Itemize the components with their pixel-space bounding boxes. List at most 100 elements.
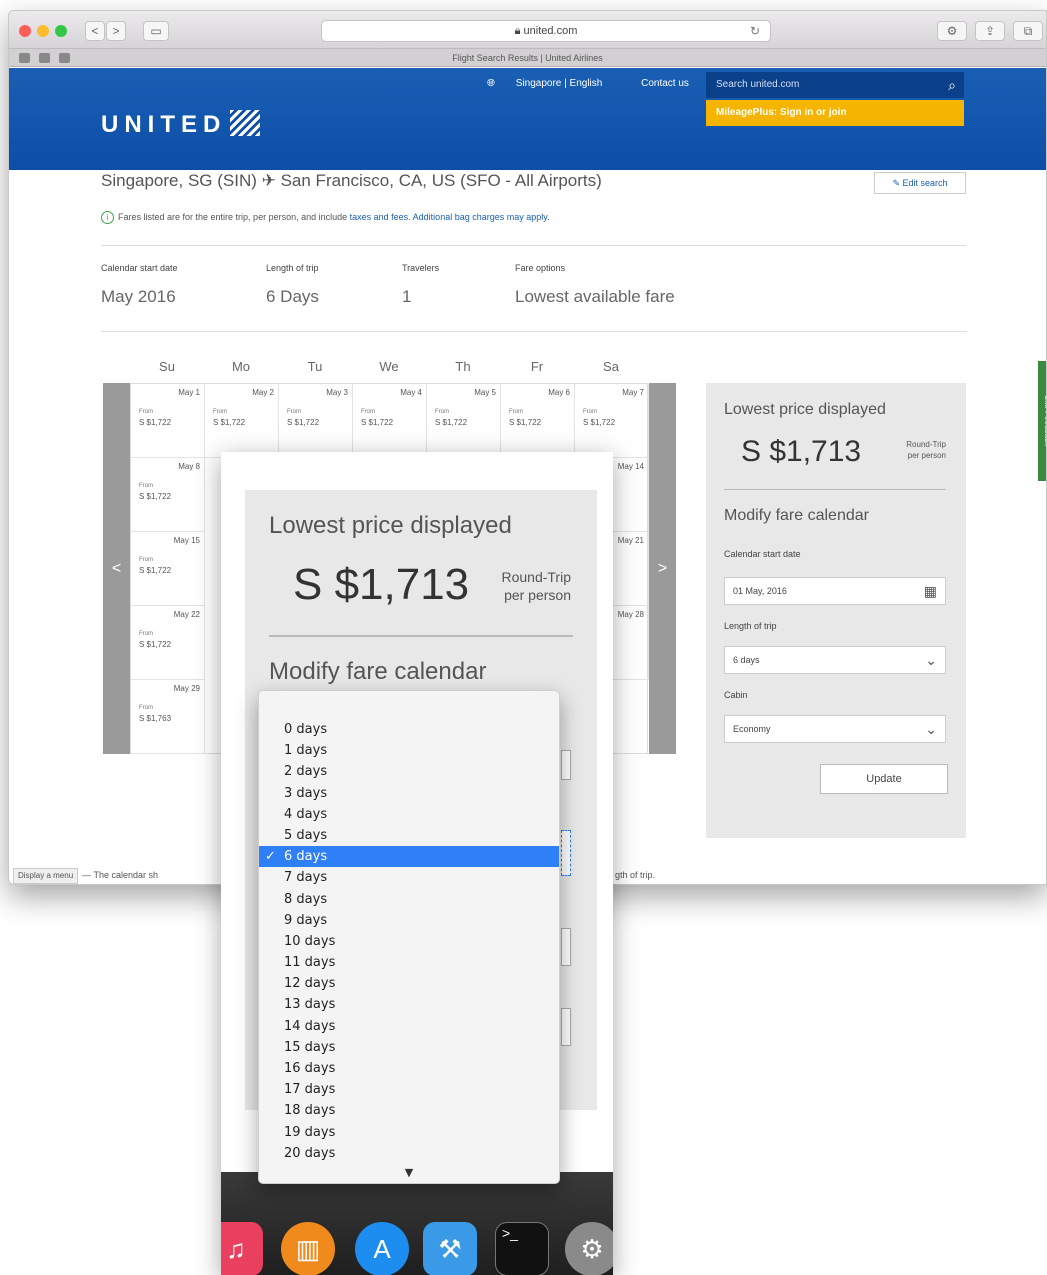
- taxes-fees-link[interactable]: taxes and fees. Additional bag charges m…: [350, 212, 550, 222]
- calendar-next-button[interactable]: >: [649, 383, 676, 754]
- calendar-day[interactable]: May 6 From S $1,722: [501, 384, 575, 458]
- pencil-icon: ✎: [892, 178, 903, 188]
- reload-icon[interactable]: ↻: [750, 21, 760, 41]
- dropdown-option[interactable]: 11 days: [259, 952, 559, 973]
- calendar-day[interactable]: May 3 From S $1,722: [279, 384, 353, 458]
- dropdown-option[interactable]: 2 days: [259, 761, 559, 782]
- dropdown-option[interactable]: 16 days: [259, 1058, 559, 1079]
- dropdown-option[interactable]: 7 days: [259, 867, 559, 888]
- modify-calendar-title: Modify fare calendar: [269, 658, 487, 685]
- edit-search-button[interactable]: ✎ Edit search: [874, 172, 966, 194]
- dropdown-option[interactable]: 5 days: [259, 825, 559, 846]
- calendar-day[interactable]: May 1 From S $1,722: [131, 384, 205, 458]
- tab-title[interactable]: Flight Search Results | United Airlines: [452, 53, 602, 63]
- round-trip-note: Round-Trip per person: [501, 569, 571, 603]
- favorite-square-icon[interactable]: [59, 53, 70, 63]
- calendar-day[interactable]: May 2 From S $1,722: [205, 384, 279, 458]
- divider: [269, 635, 573, 637]
- dropdown-option[interactable]: 10 days: [259, 931, 559, 952]
- lock-icon: 🔒︎: [514, 25, 521, 37]
- tabs-overview-icon[interactable]: ⧉: [1013, 21, 1043, 41]
- extension-icon[interactable]: ⚙: [937, 21, 967, 41]
- dropdown-option[interactable]: 12 days: [259, 973, 559, 994]
- share-icon[interactable]: ⇪: [975, 21, 1005, 41]
- dropdown-option[interactable]: 15 days: [259, 1037, 559, 1058]
- calendar-day[interactable]: May 15 From S $1,722: [131, 532, 205, 606]
- scroll-down-arrow-icon[interactable]: ▼: [259, 1166, 559, 1179]
- mileageplus-signin[interactable]: MileagePlus: Sign in or join: [706, 100, 964, 126]
- dropdown-option[interactable]: 14 days: [259, 1016, 559, 1037]
- cabin-label: Cabin: [724, 690, 748, 700]
- dropdown-option[interactable]: 1 days: [259, 740, 559, 761]
- dropdown-option[interactable]: 9 days: [259, 910, 559, 931]
- ibooks-icon[interactable]: ▥: [281, 1222, 335, 1275]
- favorite-square-icon[interactable]: [19, 53, 30, 63]
- calendar-day[interactable]: May 7 From S $1,722: [575, 384, 649, 458]
- cabin-select[interactable]: Economy ⌄: [724, 715, 946, 743]
- checkmark-icon: ✓: [265, 849, 276, 865]
- utility-links: 🌐︎ Singapore | English Contact us: [487, 78, 707, 89]
- calendar-icon[interactable]: ▦: [924, 578, 937, 604]
- dropdown-option[interactable]: 17 days: [259, 1079, 559, 1100]
- weekday-label: Th: [455, 359, 471, 374]
- url-text: united.com: [523, 25, 578, 37]
- dropdown-option[interactable]: 3 days: [259, 783, 559, 804]
- sidebar-toggle-icon[interactable]: ▭: [143, 21, 169, 41]
- logo-text: UNITED: [101, 111, 227, 138]
- contact-link[interactable]: Contact us: [641, 78, 689, 89]
- app-store-icon[interactable]: A: [355, 1222, 409, 1275]
- dropdown-option[interactable]: 19 days: [259, 1122, 559, 1143]
- dropdown-option[interactable]: 8 days: [259, 889, 559, 910]
- weekday-label: Su: [159, 359, 175, 374]
- dropdown-option[interactable]: 20 days: [259, 1143, 559, 1164]
- tab-bar: Flight Search Results | United Airlines: [9, 49, 1046, 67]
- macos-dock: ♫ ▥ A ⚒ >_ ⚙: [221, 1172, 613, 1275]
- trip-length-dropdown[interactable]: 0 days 1 days 2 days 3 days 4 days 5 day…: [258, 690, 560, 1184]
- xcode-icon[interactable]: ⚒: [423, 1222, 477, 1275]
- dropdown-option[interactable]: 13 days: [259, 994, 559, 1015]
- fare-note: i Fares listed are for the entire trip, p…: [101, 211, 550, 224]
- weekday-label: Sa: [603, 359, 619, 374]
- zoom-window-button[interactable]: [55, 25, 67, 37]
- fare-summary-panel: Lowest price displayed S $1,713 Round-Tr…: [706, 383, 966, 838]
- dropdown-options: 0 days 1 days 2 days 3 days 4 days 5 day…: [259, 719, 559, 1164]
- trip-length-select[interactable]: 6 days ⌄: [724, 646, 946, 674]
- address-bar[interactable]: 🔒︎ united.com ↻: [321, 20, 771, 42]
- divider: [724, 489, 946, 490]
- calendar-day[interactable]: May 5 From S $1,722: [427, 384, 501, 458]
- summary-fare-options: Fare options Lowest available fare: [515, 263, 675, 306]
- dropdown-option[interactable]: 18 days: [259, 1100, 559, 1121]
- calendar-day[interactable]: May 22 From S $1,722: [131, 606, 205, 680]
- close-window-button[interactable]: [19, 25, 31, 37]
- itunes-icon[interactable]: ♫: [221, 1222, 263, 1275]
- summary-travelers: Travelers 1: [402, 263, 440, 306]
- info-icon: i: [101, 211, 114, 224]
- globe-logo-icon: [230, 110, 261, 136]
- forward-button[interactable]: >: [106, 21, 126, 41]
- calendar-day[interactable]: May 29 From S $1,763: [131, 680, 205, 754]
- back-button[interactable]: <: [85, 21, 105, 41]
- start-date-input[interactable]: 01 May, 2016 ▦: [724, 577, 946, 605]
- favorite-square-icon[interactable]: [39, 53, 50, 63]
- locale-link[interactable]: 🌐︎ Singapore | English: [487, 78, 620, 89]
- site-search-input[interactable]: Search united.com ⌕: [706, 72, 964, 98]
- dropdown-option-selected[interactable]: ✓ 6 days: [259, 846, 559, 868]
- minimize-window-button[interactable]: [37, 25, 49, 37]
- chevron-down-icon: ⌄: [925, 721, 937, 737]
- weekday-label: Mo: [231, 359, 251, 374]
- dropdown-option[interactable]: 0 days: [259, 719, 559, 740]
- update-button[interactable]: Update: [820, 764, 948, 794]
- calendar-day[interactable]: May 4 From S $1,722: [353, 384, 427, 458]
- search-icon[interactable]: ⌕: [948, 72, 956, 98]
- trip-length-select-edge: [561, 830, 571, 876]
- calendar-day[interactable]: May 8 From S $1,722: [131, 458, 205, 532]
- browser-toolbar: < > ▭ 🔒︎ united.com ↻ ⚙ ⇪ ⧉: [9, 11, 1046, 49]
- divider: [101, 245, 967, 246]
- terminal-icon[interactable]: >_: [495, 1222, 549, 1275]
- site-feedback-tab[interactable]: Site Feedback: [1038, 361, 1046, 481]
- calendar-prev-button[interactable]: <: [103, 383, 130, 754]
- system-preferences-icon[interactable]: ⚙: [565, 1222, 613, 1275]
- united-logo[interactable]: UNITED: [101, 110, 261, 139]
- dropdown-option[interactable]: 4 days: [259, 804, 559, 825]
- summary-trip-length: Length of trip 6 Days: [266, 263, 319, 306]
